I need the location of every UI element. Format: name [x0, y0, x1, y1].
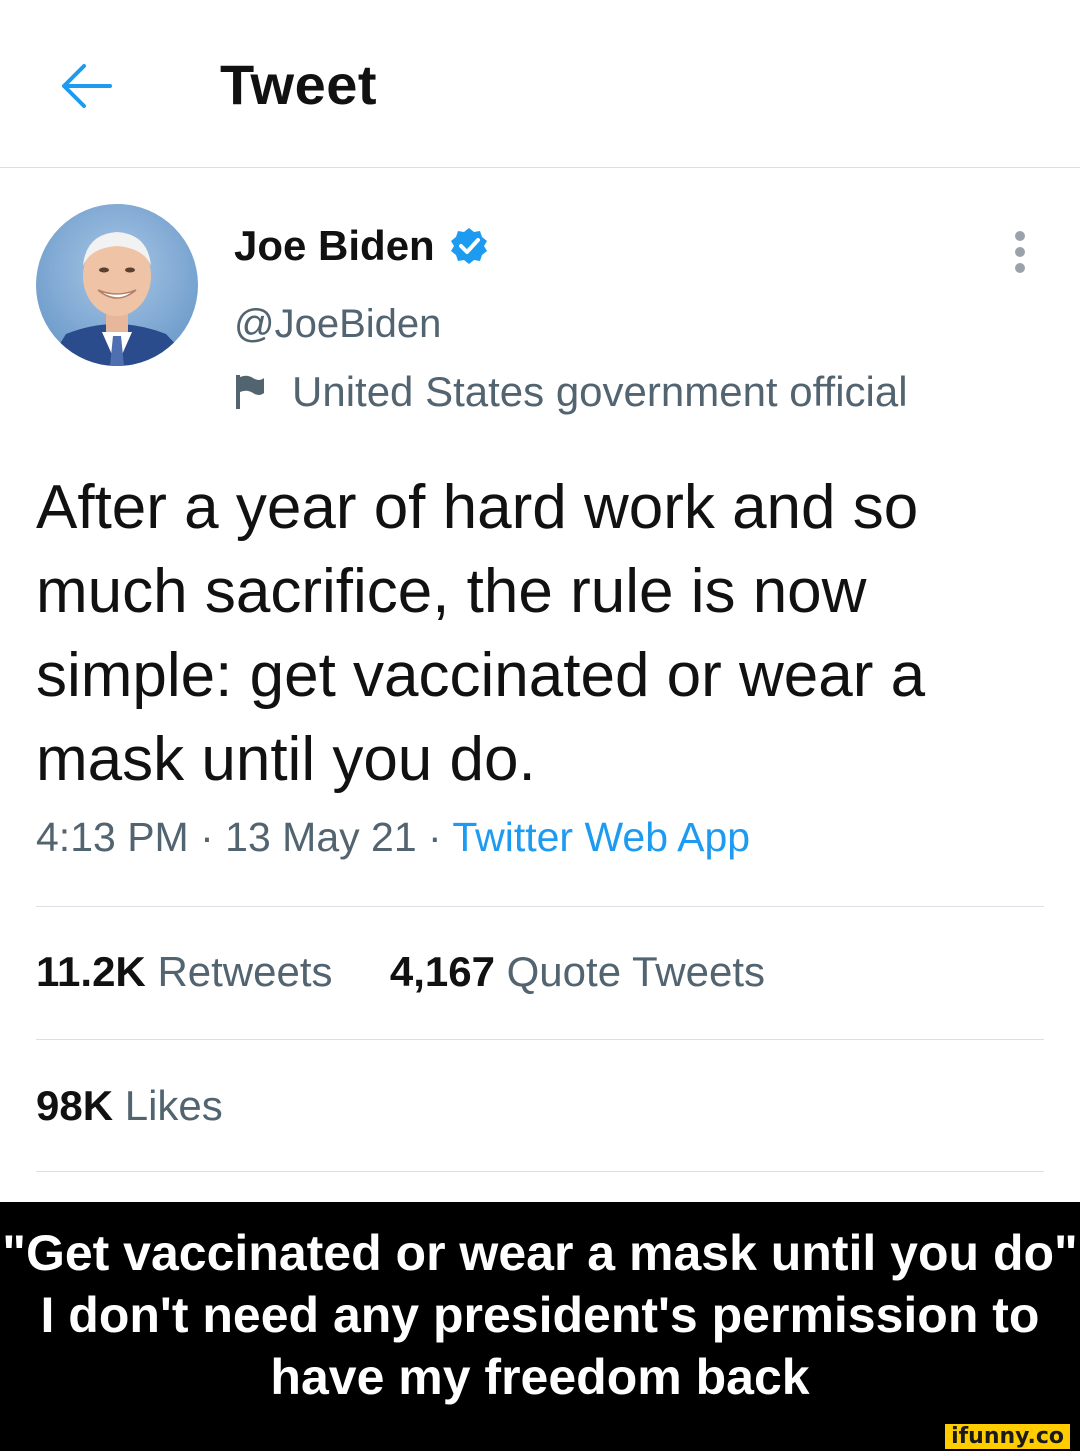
tweet-header: Tweet [0, 0, 1080, 168]
author-handle[interactable]: @JoeBiden [234, 302, 441, 347]
author-name-row[interactable]: Joe Biden [234, 222, 489, 270]
likes-count: 98K [36, 1082, 114, 1129]
retweets-label: Retweets [157, 948, 333, 995]
tweet-text: After a year of hard work and so much sa… [36, 473, 926, 794]
tweet-source[interactable]: Twitter Web App [452, 814, 750, 860]
more-options-icon[interactable] [1004, 226, 1036, 278]
divider [36, 906, 1044, 907]
tweet-meta: 4:13 PM · 13 May 21 · Twitter Web App [36, 814, 750, 861]
quotes-count: 4,167 [389, 948, 495, 995]
tweet-time[interactable]: 4:13 PM [36, 814, 189, 860]
divider [36, 1039, 1044, 1040]
stats-row: 11.2K Retweets 4,167 Quote Tweets [36, 948, 765, 996]
government-label-text: United States government official [292, 368, 908, 415]
author-name: Joe Biden [234, 222, 435, 269]
tweet-date[interactable]: 13 May 21 [225, 814, 416, 860]
caption-line: I don't need any president's permission … [40, 1287, 1040, 1343]
caption-line: have my freedom back [270, 1349, 810, 1405]
meta-separator: · [200, 814, 214, 860]
avatar-image [36, 204, 198, 366]
flag-icon [236, 375, 264, 409]
quotes-label: Quote Tweets [506, 948, 766, 995]
page-title: Tweet [220, 53, 378, 116]
retweets-stat[interactable]: 11.2K Retweets [36, 948, 344, 995]
likes-stat[interactable]: 98K Likes [36, 1082, 223, 1130]
caption-text: "Get vaccinated or wear a mask until you… [0, 1222, 1080, 1408]
caption-line: "Get vaccinated or wear a mask until you… [2, 1225, 1078, 1281]
avatar[interactable] [36, 204, 198, 366]
likes-label: Likes [124, 1082, 223, 1129]
arrow-left-icon[interactable] [56, 58, 116, 114]
retweets-count: 11.2K [36, 948, 146, 995]
divider [36, 1171, 1044, 1172]
meme-caption: "Get vaccinated or wear a mask until you… [0, 1202, 1080, 1451]
verified-badge-icon [450, 228, 487, 264]
quotes-stat[interactable]: 4,167 Quote Tweets [390, 948, 765, 995]
government-label[interactable]: United States government official [234, 368, 908, 416]
meta-separator: · [428, 814, 442, 860]
watermark: ifunny.co [945, 1424, 1070, 1449]
